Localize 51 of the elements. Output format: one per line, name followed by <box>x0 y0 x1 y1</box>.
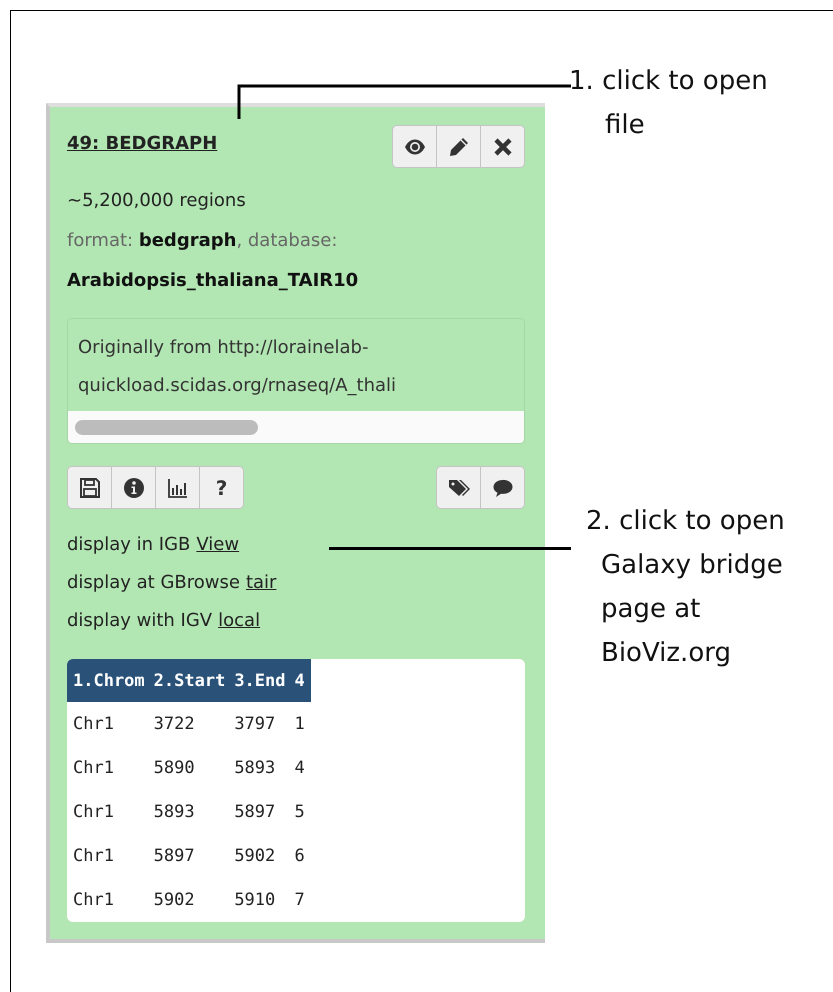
speech-bubble-button[interactable] <box>480 466 525 509</box>
annotation-text: 1. click to open file <box>569 65 769 142</box>
help-button[interactable]: ? <box>199 466 244 509</box>
column-header: 1.Chrom <box>67 659 148 702</box>
table-cell-text: Chr1 <box>72 889 115 912</box>
tags-button[interactable] <box>436 466 481 509</box>
info-button[interactable] <box>111 466 156 509</box>
table-cell-text: 5 <box>294 801 306 824</box>
table-cell-text: 4 <box>294 757 306 780</box>
peek-text: Originally from http://lorainelab-quickload.scidas.org/rnaseq/A_thali <box>77 336 398 398</box>
table-cell-text: Chr1 <box>72 845 115 868</box>
info-icon <box>122 476 144 498</box>
table-cell-text: 5897 <box>152 845 196 868</box>
bar-chart-button[interactable] <box>155 466 200 509</box>
eye-button[interactable] <box>392 125 437 168</box>
column-header: 3.End <box>228 659 288 702</box>
bar-chart-icon <box>166 476 188 498</box>
display-link[interactable]: View <box>196 534 240 555</box>
display-link[interactable]: tair <box>246 572 276 593</box>
table-cell: 1 <box>288 702 311 746</box>
table-cell-text: 5902 <box>233 845 276 868</box>
table-cell-text: 5902 <box>152 889 196 912</box>
table-cell-text: Chr1 <box>72 757 115 780</box>
display-link[interactable]: local <box>218 610 260 631</box>
table-cell-text: 5897 <box>233 801 276 824</box>
floppy-disk-button[interactable] <box>67 466 112 509</box>
table-cell-text: 5893 <box>233 757 276 780</box>
close-icon <box>492 136 514 158</box>
column-header: 4 <box>288 659 311 702</box>
table-cell: 3722 <box>148 702 228 746</box>
display-label: display in IGB <box>67 534 190 555</box>
scrollbar-thumb[interactable] <box>75 420 258 434</box>
table-cell-text: Chr1 <box>72 801 115 824</box>
annotation-text: 2. click to open Galaxy bridge page at BioViz.org <box>586 505 786 670</box>
table-cell-text: 5910 <box>233 889 276 912</box>
display-label: display at GBrowse <box>67 572 240 593</box>
table-cell-text: 6 <box>294 845 306 868</box>
table-cell-text: 5893 <box>152 801 196 824</box>
display-label: display with IGV <box>67 610 212 631</box>
table-cell-text: 5890 <box>152 757 196 780</box>
table-cell: 3797 <box>228 702 288 746</box>
table-cell-text: 7 <box>294 889 306 912</box>
pencil-button[interactable] <box>436 125 481 168</box>
close-button[interactable] <box>480 125 525 168</box>
dataset-title-link[interactable]: 49: BEDGRAPH <box>67 133 218 154</box>
pencil-icon <box>448 136 470 158</box>
horizontal-scrollbar[interactable] <box>68 411 524 443</box>
dataset-info: format: bedgraph, database: Arabidopsis_thaliana_TAIR10 <box>67 229 360 293</box>
region-count: ~5,200,000 regions <box>67 189 247 213</box>
table-cell: Chr1 <box>67 702 148 746</box>
column-header: 2.Start <box>148 659 228 702</box>
